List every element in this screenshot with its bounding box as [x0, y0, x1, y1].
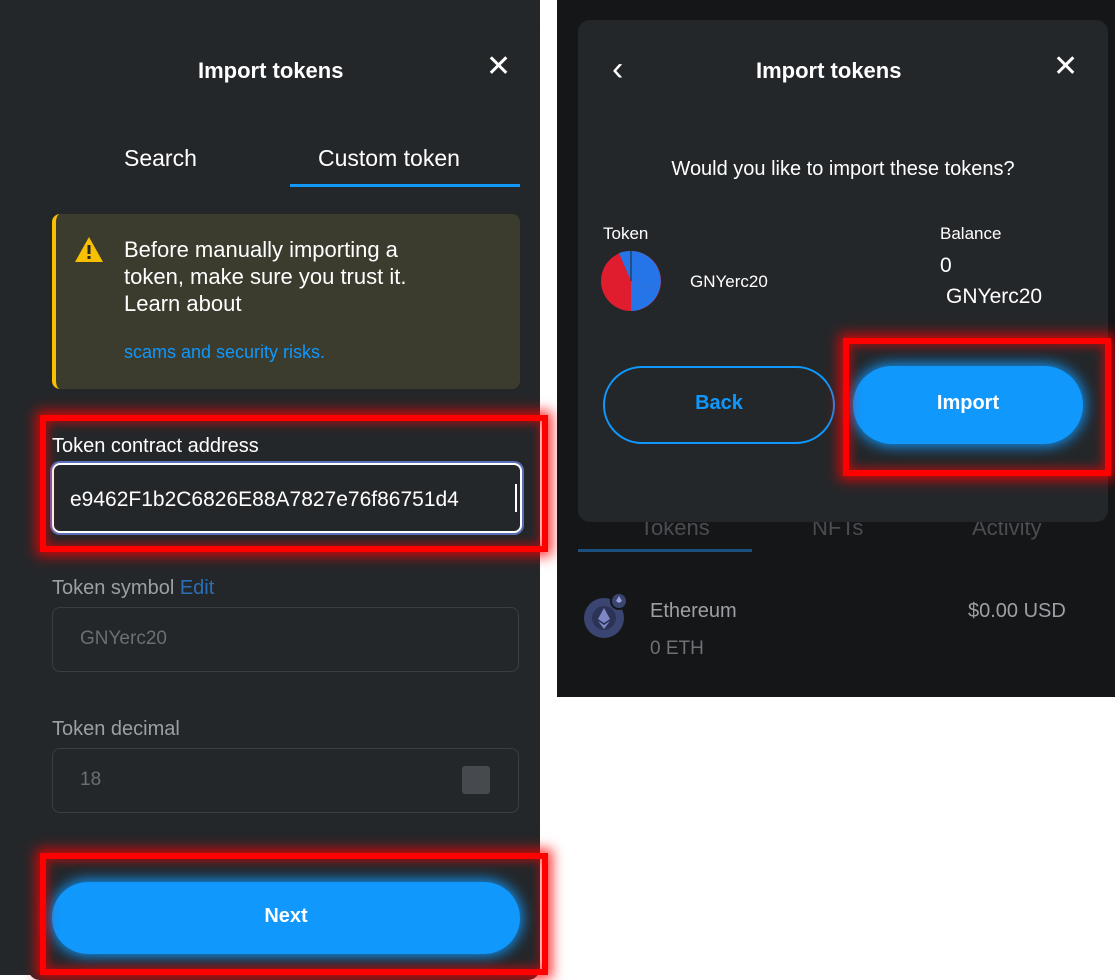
balance-amount: 0 [940, 254, 952, 277]
token-decimal-value: 18 [80, 769, 102, 790]
balance-column-header: Balance [940, 224, 1002, 243]
tab-search[interactable]: Search [124, 145, 197, 172]
token-pie-icon [601, 251, 661, 311]
warning-icon [75, 237, 103, 262]
token-column-header: Token [603, 224, 649, 243]
asset-usd-value: $0.00 USD [968, 600, 1066, 622]
token-symbol-value: GNYerc20 [80, 628, 167, 649]
highlight-address-field [40, 415, 548, 552]
decimal-stepper [462, 766, 490, 794]
highlight-import-button [843, 338, 1111, 476]
dialog-title: Import tokens [198, 58, 344, 83]
back-chevron-icon[interactable]: ‹ [612, 50, 623, 89]
active-tab-indicator [290, 184, 520, 187]
background-active-tab-indicator [578, 549, 752, 552]
warning-text-line-1: Before manually importing a [124, 237, 398, 262]
token-name: GNYerc20 [690, 272, 768, 291]
tab-custom-token[interactable]: Custom token [318, 145, 460, 172]
asset-balance: 0 ETH [650, 638, 704, 659]
token-symbol-edit-link[interactable]: Edit [180, 577, 214, 599]
warning-text-line-2: token, make sure you trust it. [124, 264, 407, 289]
back-button-label: Back [695, 392, 743, 414]
import-question: Would you like to import these tokens? [671, 158, 1015, 180]
balance-symbol: GNYerc20 [946, 285, 1043, 308]
highlight-next-button [40, 853, 548, 975]
asset-name: Ethereum [650, 600, 737, 622]
close-icon[interactable]: ✕ [486, 52, 511, 82]
confirm-dialog-title: Import tokens [756, 58, 902, 83]
token-decimal-label: Token decimal [52, 718, 180, 740]
scams-security-risks-link[interactable]: scams and security risks. [124, 342, 325, 363]
close-icon[interactable]: ✕ [1053, 52, 1078, 82]
warning-text-line-3: Learn about [124, 291, 242, 316]
ethereum-icon [584, 592, 628, 638]
token-symbol-label-text: Token symbol [52, 577, 175, 599]
token-symbol-label: Token symbol Edit [52, 577, 214, 600]
token-decimal-input [52, 748, 519, 813]
